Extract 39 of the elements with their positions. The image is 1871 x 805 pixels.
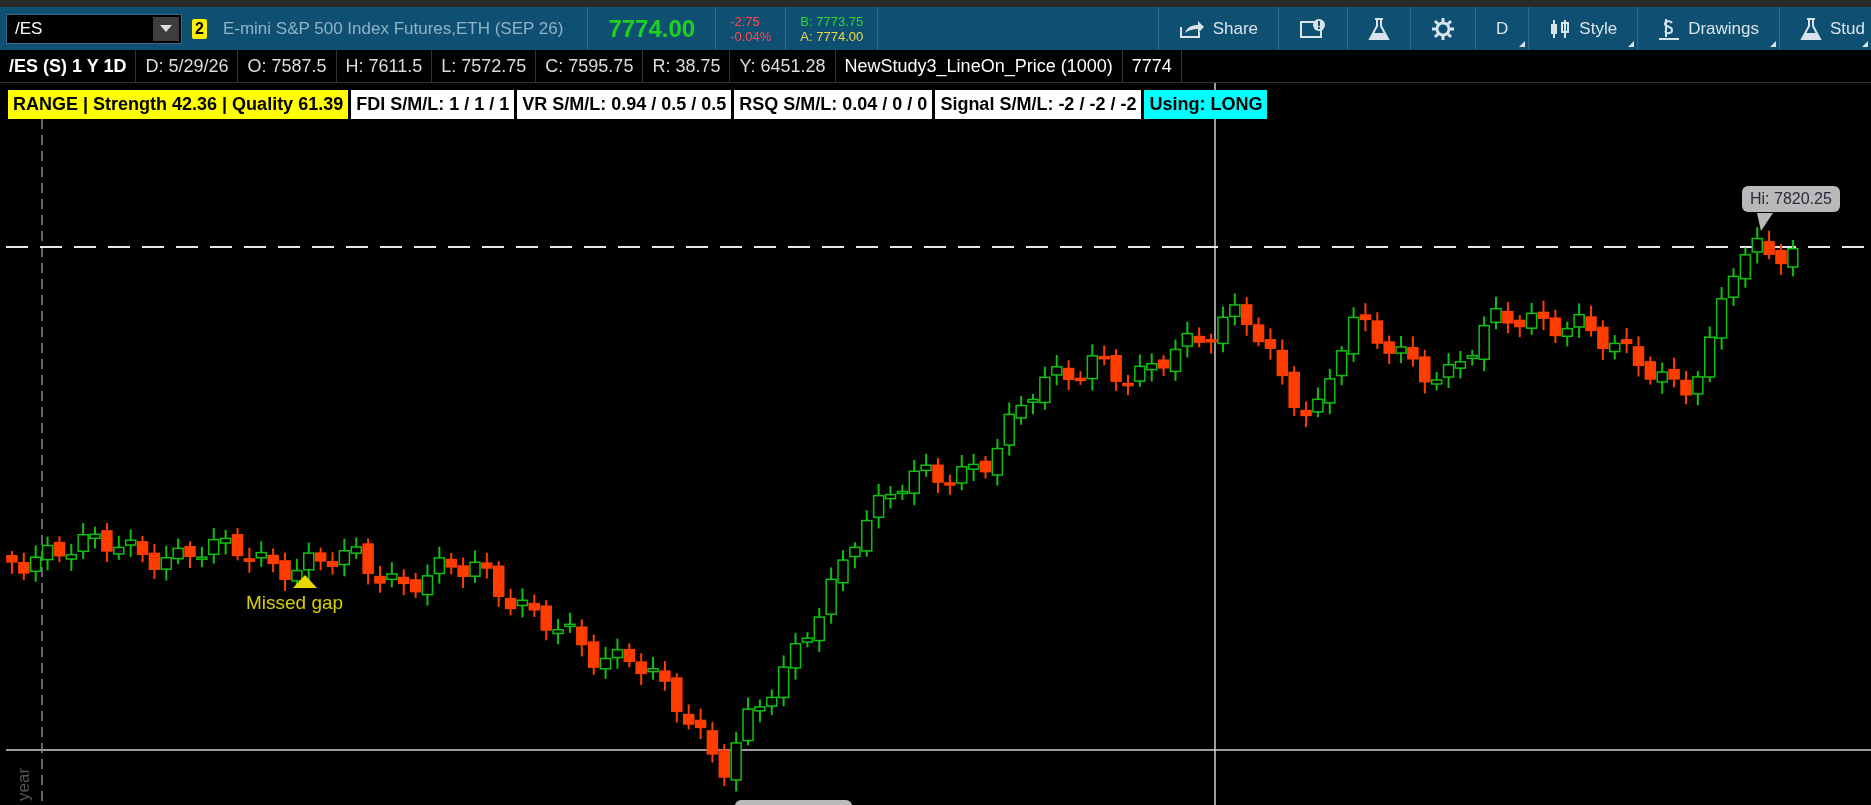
ohlc-value: L: 7572.75 (432, 50, 537, 82)
flask-icon (1368, 16, 1391, 41)
bubble-pointer (1757, 213, 1773, 231)
study-value-label: Signal S/M/L: -2 / -2 / -2 (935, 90, 1142, 119)
corner-caret-icon (1770, 41, 1776, 47)
bid-price: B: 7773.75 (800, 13, 864, 29)
settings-icon (1431, 16, 1456, 41)
study-value-label: RANGE | Strength 42.36 | Quality 61.39 (8, 90, 349, 119)
alert-icon (1299, 17, 1328, 40)
ohlc-value: R: 38.75 (643, 50, 731, 82)
last-price: 7774.00 (608, 14, 696, 43)
study-value-label: RSQ S/M/L: 0.04 / 0 / 0 (734, 90, 933, 119)
axis-period-label: year (14, 767, 34, 801)
chart-annotation: Missed gap (246, 592, 344, 614)
study-value-label: FDI S/M/L: 1 / 1 / 1 (351, 90, 515, 119)
study-value-label: Using: LONG (1144, 90, 1268, 119)
ohlc-value: O: 7587.5 (238, 50, 337, 82)
percent-change: -0.04% (730, 28, 772, 44)
chart-symbol-label: /ES (S) 1 Y 1D (0, 50, 137, 82)
ohlc-value: D: 5/29/26 (136, 50, 239, 82)
link-group-badge[interactable]: 2 (192, 18, 207, 39)
corner-caret-icon (1519, 41, 1526, 47)
corner-caret-icon (1628, 41, 1635, 47)
candlestick-icon (1549, 17, 1572, 40)
flask-icon (1800, 16, 1822, 41)
study-value-label: VR S/M/L: 0.94 / 0.5 / 0.5 (517, 90, 732, 119)
ohlc-value: C: 7595.75 (536, 50, 644, 82)
symbol-dropdown[interactable]: /ES (6, 13, 182, 44)
ohlc-value: H: 7611.5 (336, 50, 433, 82)
study-label: 7774 (1122, 50, 1182, 82)
gap-marker-icon (293, 575, 317, 588)
dollar-pen-icon (1658, 16, 1681, 41)
ohlc-value: Y: 6451.28 (730, 50, 836, 82)
study-label: NewStudy3_LineOn_Price (1000) (835, 50, 1123, 82)
corner-caret-icon (1862, 41, 1868, 47)
net-change: -2.75 (730, 13, 761, 29)
ask-price: A: 7774.00 (800, 28, 864, 44)
share-icon (1178, 18, 1205, 39)
caret-icon (160, 25, 172, 32)
